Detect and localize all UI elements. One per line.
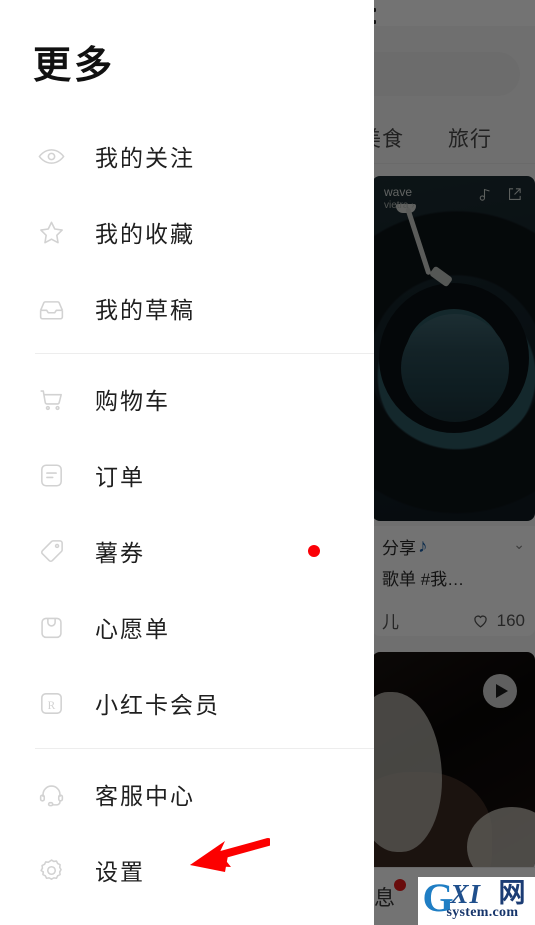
watermark-char-wang: 网: [498, 878, 526, 908]
menu-item-orders[interactable]: 订单: [0, 437, 374, 513]
watermark-letter-xi: XI: [450, 879, 482, 909]
star-icon: [34, 215, 68, 249]
menu-item-my-drafts[interactable]: 我的草稿: [0, 270, 374, 346]
menu-item-settings[interactable]: 设置: [0, 832, 374, 908]
page-title: 更多: [33, 45, 116, 87]
watermark: G XI 网 system.com: [418, 877, 535, 925]
more-drawer-panel: 更多 我的关注 我的收藏 我的草稿 购物车 订单 薯券 心愿单 R 小红卡会员 …: [0, 0, 374, 925]
menu-item-customer-service[interactable]: 客服中心: [0, 756, 374, 832]
menu-item-label: 我的草稿: [95, 297, 195, 323]
eye-icon: [34, 139, 68, 173]
watermark-domain: system.com: [446, 905, 519, 920]
menu-item-shopping-cart[interactable]: 购物车: [0, 361, 374, 437]
menu-list: 我的关注 我的收藏 我的草稿 购物车 订单 薯券 心愿单 R 小红卡会员 客服中…: [0, 118, 374, 908]
app-screenshot: 美食 旅行 wave vietra ›: [0, 0, 535, 925]
menu-item-label: 设置: [95, 859, 145, 885]
menu-item-my-collection[interactable]: 我的收藏: [0, 194, 374, 270]
inbox-icon: [34, 291, 68, 325]
menu-item-my-following[interactable]: 我的关注: [0, 118, 374, 194]
menu-item-label: 心愿单: [95, 616, 170, 642]
wishlist-bag-icon: [34, 610, 68, 644]
menu-item-label: 我的关注: [95, 145, 195, 171]
menu-item-label: 薯券: [95, 540, 145, 566]
menu-item-label: 订单: [95, 464, 145, 490]
menu-item-label: 客服中心: [95, 783, 195, 809]
gear-icon: [34, 853, 68, 887]
menu-item-wishlist[interactable]: 心愿单: [0, 589, 374, 665]
menu-item-label: 购物车: [95, 388, 170, 414]
menu-item-membership[interactable]: R 小红卡会员: [0, 665, 374, 741]
coupon-tag-icon: [34, 534, 68, 568]
menu-item-label: 小红卡会员: [95, 692, 220, 718]
svg-text:R: R: [47, 699, 55, 711]
menu-group-divider: [35, 748, 374, 749]
shopping-cart-icon: [34, 382, 68, 416]
menu-item-label: 我的收藏: [95, 221, 195, 247]
status-badge: [308, 545, 320, 557]
menu-group-divider: [35, 353, 374, 354]
order-document-icon: [34, 458, 68, 492]
headset-icon: [34, 777, 68, 811]
membership-card-icon: R: [34, 686, 68, 720]
menu-item-coupons[interactable]: 薯券: [0, 513, 374, 589]
